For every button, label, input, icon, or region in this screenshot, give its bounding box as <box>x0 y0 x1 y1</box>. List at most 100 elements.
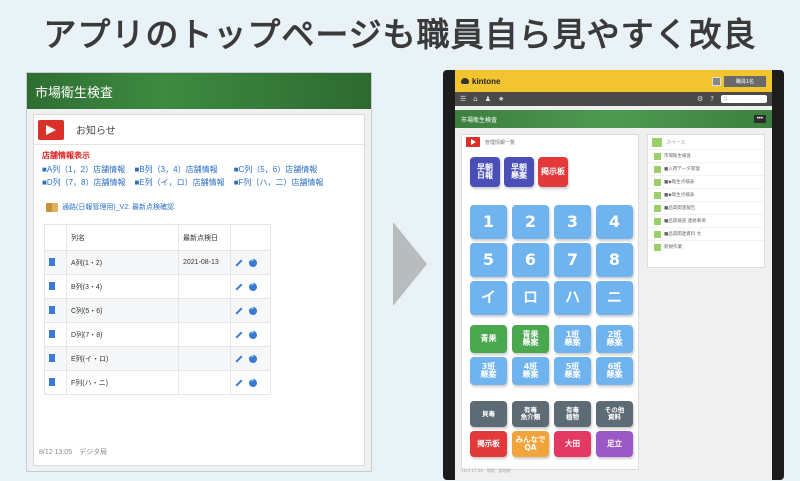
kintone-logo[interactable]: kintone <box>461 77 500 86</box>
delete-icon[interactable] <box>249 305 257 315</box>
app-tile[interactable]: 3 <box>554 205 591 239</box>
document-icon[interactable] <box>49 257 55 266</box>
app-tile[interactable]: 6班 懸案 <box>596 357 633 385</box>
store-link-f[interactable]: ■F列（ハ，二）店舗情報 <box>234 177 324 188</box>
table-row[interactable]: D列(7・8) <box>44 322 271 347</box>
document-icon[interactable] <box>49 305 55 314</box>
document-icon[interactable] <box>49 377 55 386</box>
tablet-screenshot: kintone 職員1名 ☰ ⌂ ♟ ★ ⚙ ? Q 市場衛生検査 ••• 管理… <box>443 70 784 480</box>
app-title: 市場衛生検査 <box>35 84 114 100</box>
app-tile[interactable]: 大田 <box>554 431 591 457</box>
user-menu[interactable]: 職員1名 <box>711 75 766 87</box>
latest-check-label: 通路(日報管理用)_V2: 最新点検確認 <box>62 204 175 211</box>
app-tile[interactable]: 4 <box>596 205 633 239</box>
app-tile[interactable]: 1 <box>470 205 507 239</box>
document-icon[interactable] <box>49 329 55 338</box>
star-icon[interactable]: ★ <box>498 95 504 103</box>
app-tile[interactable]: 早朝 懸案 <box>504 157 534 187</box>
app-tile[interactable]: 有毒 魚介類 <box>512 401 549 427</box>
delete-icon[interactable] <box>249 329 257 339</box>
document-icon[interactable] <box>49 353 55 362</box>
app-tile[interactable]: 2班 懸案 <box>596 325 633 353</box>
gear-icon[interactable]: ⚙ <box>697 95 703 103</box>
sidebar-item[interactable]: ■品質関連資料 文 <box>648 227 764 240</box>
sidebar-item[interactable]: ■品質検査 連絡事項 <box>648 214 764 227</box>
app-tile[interactable]: 貝毒 <box>470 401 507 427</box>
app-tile[interactable]: イ <box>470 281 507 315</box>
sidebar-item-label: ■品質関連報告 <box>664 206 696 211</box>
home-icon[interactable]: ⌂ <box>473 95 477 103</box>
app-tile[interactable]: みんなで QA <box>512 431 549 457</box>
app-tile[interactable]: 2 <box>512 205 549 239</box>
col-header-date[interactable]: 最新点検日 <box>178 224 231 251</box>
col-header-name[interactable]: 列名 <box>66 224 179 251</box>
sidebar-item-label: ■品質検査 連絡事項 <box>664 219 706 224</box>
store-link-c[interactable]: ■C列（5，6）店舗情報 <box>234 164 324 175</box>
book-icon <box>46 202 58 212</box>
app-tile[interactable]: 有毒 植物 <box>554 401 591 427</box>
notice-title: お知らせ <box>76 126 116 137</box>
app-tile[interactable]: 1班 懸案 <box>554 325 591 353</box>
app-tile[interactable]: 掲示板 <box>470 431 507 457</box>
row-name: C列(5・6) <box>66 298 179 323</box>
app-tile[interactable]: その他 資料 <box>596 401 633 427</box>
table-row[interactable]: B列(3・4) <box>44 274 271 299</box>
delete-icon[interactable] <box>249 281 257 291</box>
app-tile[interactable]: 5班 懸案 <box>554 357 591 385</box>
edit-icon[interactable] <box>235 378 243 387</box>
sidebar-item[interactable]: ■品質関連報告 <box>648 201 764 214</box>
table-row[interactable]: C列(5・6) <box>44 298 271 323</box>
left-app-screenshot: 市場衛生検査 お知らせ 店舗情報表示 ■A列（1，2）店舗情報 ■B列（3，4）… <box>26 72 372 472</box>
app-icon <box>654 230 661 238</box>
app-tile[interactable]: ロ <box>512 281 549 315</box>
app-tile[interactable]: ニ <box>596 281 633 315</box>
store-link-a[interactable]: ■A列（1，2）店舗情報 <box>42 164 126 175</box>
space-icon <box>652 137 662 147</box>
help-icon[interactable]: ? <box>710 95 714 103</box>
store-link-e[interactable]: ■E列（イ，ロ）店舗情報 <box>135 177 225 188</box>
document-icon[interactable] <box>49 281 55 290</box>
more-options-button[interactable]: ••• <box>753 115 766 123</box>
app-tile[interactable]: 3班 懸案 <box>470 357 507 385</box>
sidebar-item[interactable]: ■入荷データ管理 <box>648 162 764 175</box>
app-tile[interactable]: 足立 <box>596 431 633 457</box>
sidebar-item-label: ■品質関連資料 文 <box>664 232 702 237</box>
latest-check-link[interactable]: 通路(日報管理用)_V2: 最新点検確認 <box>46 202 364 212</box>
edit-icon[interactable] <box>235 330 243 339</box>
notice-panel: お知らせ 店舗情報表示 ■A列（1，2）店舗情報 ■B列（3，4）店舗情報 ■C… <box>33 114 365 466</box>
edit-icon[interactable] <box>235 306 243 315</box>
delete-icon[interactable] <box>249 377 257 387</box>
sidebar-item[interactable]: ■◆衛生点検表 <box>648 188 764 201</box>
table-row[interactable]: E列(イ・ロ) <box>44 346 271 371</box>
app-tile[interactable]: 4班 懸案 <box>512 357 549 385</box>
row-name: F列(ハ・ニ) <box>66 370 179 395</box>
sidebar-item[interactable]: 市場衛生検査 <box>648 149 764 162</box>
app-tile[interactable]: ハ <box>554 281 591 315</box>
edit-icon[interactable] <box>235 354 243 363</box>
app-tile[interactable]: 6 <box>512 243 549 277</box>
delete-icon[interactable] <box>249 353 257 363</box>
store-link-b[interactable]: ■B列（3，4）店舗情報 <box>135 164 225 175</box>
app-tile[interactable]: 青果 懸案 <box>512 325 549 353</box>
app-tile[interactable]: 青果 <box>470 325 507 353</box>
store-link-d[interactable]: ■D列（7，8）店舗情報 <box>42 177 126 188</box>
edit-icon[interactable] <box>235 282 243 291</box>
delete-icon[interactable] <box>249 257 257 267</box>
menu-icon[interactable]: ☰ <box>460 95 466 103</box>
sidebar-item[interactable]: 新規作業 <box>648 240 764 253</box>
search-input[interactable]: Q <box>721 95 767 103</box>
table-row[interactable]: F列(ハ・ニ) <box>44 370 271 395</box>
sidebar-item-label: ■◆衛生点検表 <box>664 193 695 198</box>
app-tile[interactable]: 8 <box>596 243 633 277</box>
app-tile[interactable]: 7 <box>554 243 591 277</box>
app-tile[interactable]: 5 <box>470 243 507 277</box>
app-tile[interactable]: 早朝 日報 <box>470 157 500 187</box>
table-row[interactable]: A列(1・2) 2021-08-13 <box>44 250 271 275</box>
sidebar-item[interactable]: ■◆衛生点検表 <box>648 175 764 188</box>
people-icon[interactable]: ♟ <box>485 95 491 103</box>
page-headline: アプリのトップページも職員自ら見やすく改良 <box>43 15 757 54</box>
portal-header-title: 管理情報一覧 <box>485 139 516 146</box>
brand-name: kintone <box>472 76 501 86</box>
edit-icon[interactable] <box>235 258 243 267</box>
app-tile[interactable]: 掲示板 <box>538 157 568 187</box>
